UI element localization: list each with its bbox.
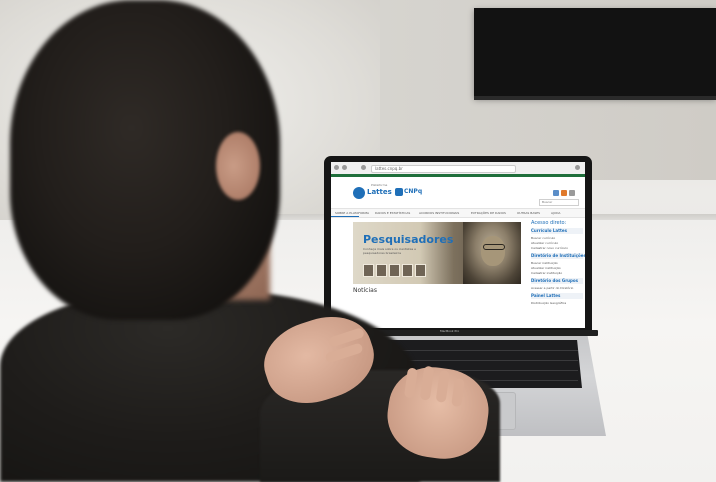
back-icon[interactable] — [334, 165, 339, 170]
sidebar-link[interactable]: Buscar instituição — [531, 261, 558, 265]
laptop-screen: lattes.cnpq.br Plataforma Lattes CNPq Bu… — [331, 162, 585, 328]
sidebar-link[interactable]: Cadastrar novo currículo — [531, 246, 568, 250]
sidebar-link[interactable]: Distribuição Geográfica — [531, 301, 566, 305]
nav-item-data[interactable]: DADOS E ESTATÍSTICAS — [375, 210, 410, 216]
nav-item-agreements[interactable]: ACORDOS INSTITUCIONAIS — [419, 210, 459, 216]
site-header: Plataforma Lattes CNPq Buscar — [331, 178, 585, 208]
sidebar-link[interactable]: Buscar currículo — [531, 236, 555, 240]
rss-icon[interactable] — [561, 190, 567, 196]
lock-icon — [361, 165, 366, 170]
nav-active-indicator — [331, 216, 359, 217]
menu-icon[interactable] — [575, 165, 580, 170]
photo-scene: lattes.cnpq.br Plataforma Lattes CNPq Bu… — [0, 0, 716, 482]
finger — [435, 369, 450, 403]
finger — [451, 378, 465, 408]
site-search-input[interactable]: Buscar — [539, 199, 579, 206]
portrait-face — [481, 236, 505, 266]
news-heading[interactable]: Notícias — [353, 287, 377, 294]
site-nav: SOBRE A PLATAFORMA DADOS E ESTATÍSTICAS … — [331, 208, 585, 218]
sidebar-section-painel[interactable]: Painel Lattes — [531, 293, 583, 299]
lattes-logo-prefix: Plataforma — [371, 183, 388, 187]
researcher-thumbnails — [363, 264, 433, 277]
portrait-glasses — [483, 244, 505, 250]
researcher-thumbnail[interactable] — [402, 264, 413, 277]
nav-item-help[interactable]: AJUDA — [551, 210, 560, 216]
forward-icon[interactable] — [342, 165, 347, 170]
scientist-portrait — [463, 222, 521, 284]
finger — [419, 365, 435, 401]
address-bar[interactable]: lattes.cnpq.br — [371, 165, 516, 173]
cnpq-logo-icon — [395, 188, 403, 196]
sidebar-section-grupos[interactable]: Diretório dos Grupos — [531, 278, 583, 284]
nav-item-about[interactable]: SOBRE A PLATAFORMA — [335, 210, 369, 216]
quick-access-title: Acesso direto: — [531, 220, 567, 226]
laptop-model-label: MacBook Pro — [440, 329, 460, 333]
sidebar-section-curriculo[interactable]: Currículo Lattes — [531, 228, 583, 234]
researcher-thumbnail[interactable] — [389, 264, 400, 277]
background-monitor — [474, 8, 716, 98]
sidebar-section-instituicoes[interactable]: Diretório de Instituições — [531, 253, 585, 259]
lattes-logo-text: Lattes — [367, 188, 392, 196]
site-top-strip — [331, 174, 585, 177]
cnpq-logo[interactable]: CNPq — [395, 188, 423, 198]
banner-title: Pesquisadores — [363, 233, 454, 246]
sidebar-link[interactable]: Cadastrar instituição — [531, 271, 562, 275]
nav-item-extractions[interactable]: EXTRAÇÕES DE DADOS — [471, 210, 506, 216]
researchers-banner[interactable]: Pesquisadores Conheça mais sobre os cien… — [353, 222, 521, 284]
lattes-logo[interactable]: Plataforma Lattes — [353, 183, 392, 201]
nav-item-other[interactable]: OUTRAS BASES — [517, 210, 540, 216]
sidebar-link[interactable]: Acessar a partir do Diretório — [531, 286, 573, 290]
quick-access-sidebar: Acesso direto: Currículo Lattes Buscar c… — [529, 220, 585, 328]
researcher-thumbnail[interactable] — [363, 264, 374, 277]
monitor-edge — [474, 96, 716, 100]
lattes-logo-icon — [353, 187, 365, 199]
accessibility-icon[interactable] — [569, 190, 575, 196]
researcher-thumbnail[interactable] — [376, 264, 387, 277]
cnpq-logo-text: CNPq — [404, 188, 423, 195]
researcher-thumbnail[interactable] — [415, 264, 426, 277]
banner-subtitle: Conheça mais sobre os cientistas e pesqu… — [363, 247, 416, 255]
person-ear — [216, 132, 260, 200]
sidebar-link[interactable]: Atualizar instituição — [531, 266, 561, 270]
sidebar-link[interactable]: Atualizar currículo — [531, 241, 558, 245]
share-icon[interactable] — [553, 190, 559, 196]
